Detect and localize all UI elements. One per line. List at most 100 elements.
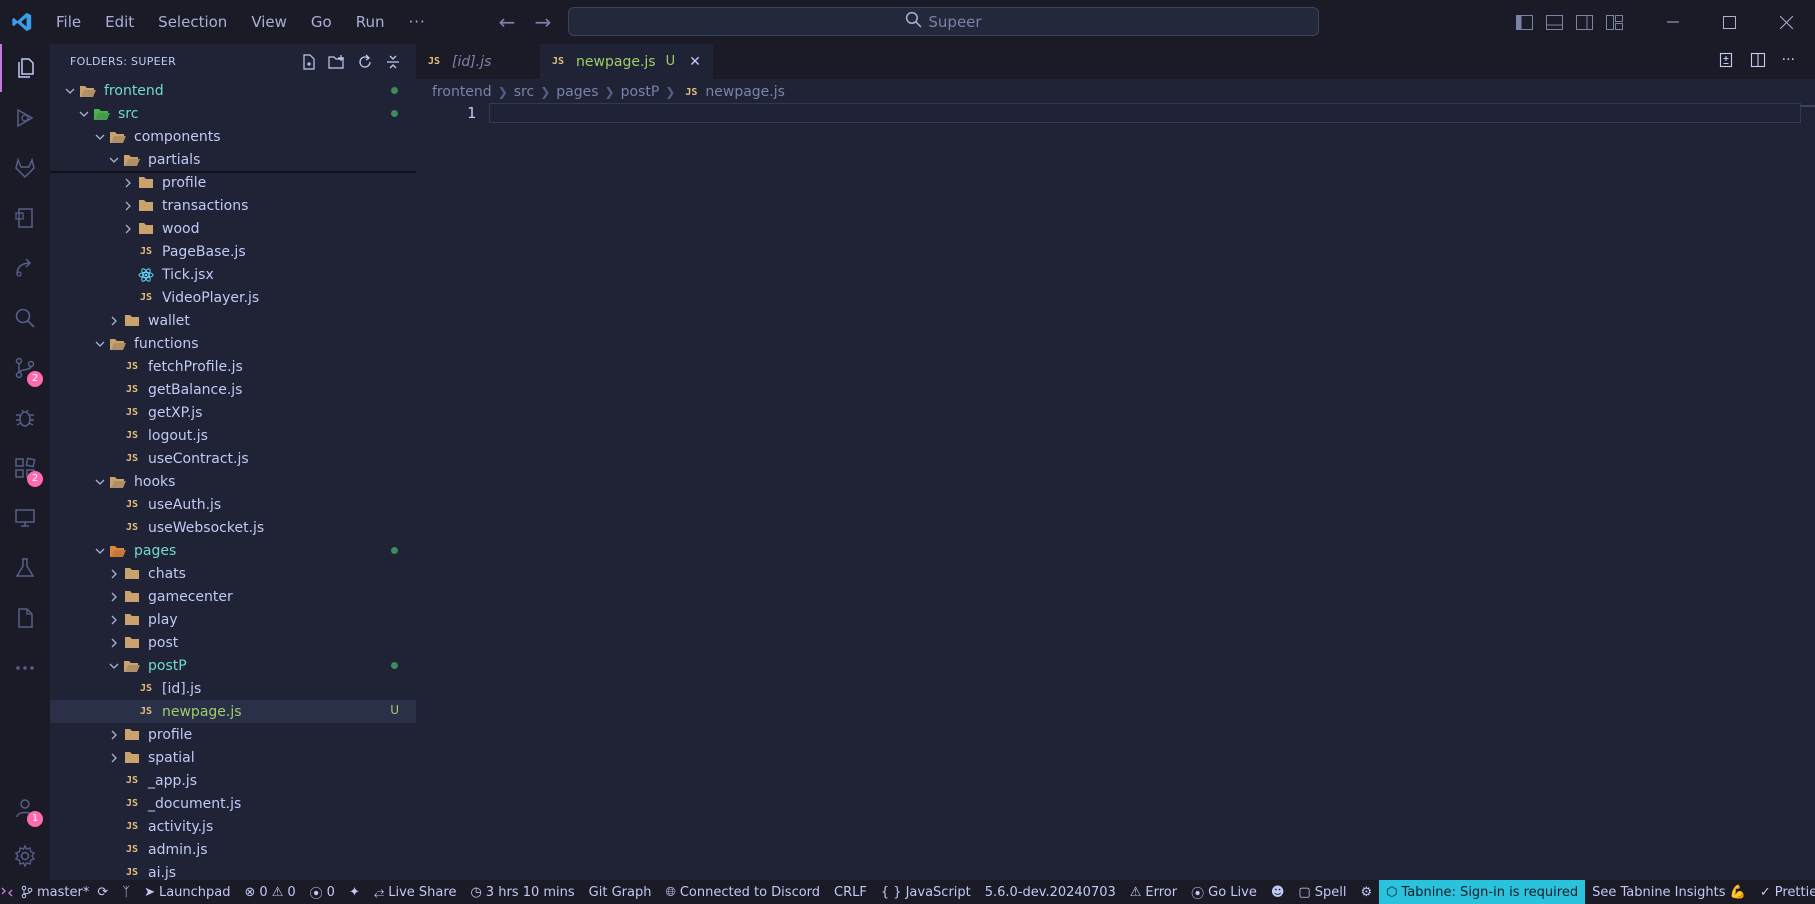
search-sidebar-icon[interactable] xyxy=(0,294,50,342)
discord-status[interactable]: 🌐︎ Connected to Discord xyxy=(658,880,827,904)
tabnine-status[interactable]: ⬡ Tabnine: Sign-in is required xyxy=(1379,880,1586,904)
folder-item[interactable]: postP xyxy=(50,654,416,677)
folder-item[interactable]: post xyxy=(50,631,416,654)
breadcrumb-item[interactable]: postP xyxy=(621,84,660,100)
folder-item[interactable]: chats xyxy=(50,562,416,585)
tabnine-insights-status[interactable]: See Tabnine Insights 💪 xyxy=(1585,880,1753,904)
breadcrumb-item[interactable]: newpage.js xyxy=(705,84,785,100)
language-status[interactable]: { } JavaScript xyxy=(874,880,978,904)
menu-more-button[interactable]: ··· xyxy=(397,13,438,31)
live-share-status[interactable]: ⥄ Live Share xyxy=(367,880,464,904)
prettier-status[interactable]: ✓ Prettier xyxy=(1753,880,1815,904)
toggle-primary-sidebar-icon[interactable] xyxy=(1515,13,1533,31)
file-item[interactable]: JS VideoPlayer.js xyxy=(50,286,416,309)
command-center-search[interactable]: Supeer xyxy=(568,7,1319,36)
menu-file[interactable]: File xyxy=(44,0,93,44)
ts-version-status[interactable]: 5.6.0-dev.20240703 xyxy=(978,880,1123,904)
folder-item[interactable]: components xyxy=(50,125,416,148)
tab-newpage-js[interactable]: JS newpage.js U ✕ xyxy=(540,44,714,79)
manage-gear-icon[interactable] xyxy=(0,832,50,880)
folder-item[interactable]: transactions xyxy=(50,194,416,217)
menu-edit[interactable]: Edit xyxy=(93,0,146,44)
folder-item[interactable]: play xyxy=(50,608,416,631)
folder-item[interactable]: pages xyxy=(50,539,416,562)
folder-item[interactable]: profile xyxy=(50,723,416,746)
folder-item[interactable]: partials xyxy=(50,148,416,171)
file-item[interactable]: JS useWebsocket.js xyxy=(50,516,416,539)
debug-bug-icon[interactable] xyxy=(0,394,50,442)
forward-arrow-icon[interactable]: → xyxy=(532,10,554,34)
tab-id-js[interactable]: JS [id].js xyxy=(416,44,540,79)
git-extension-status[interactable]: ᛉ xyxy=(115,880,137,904)
ports-status[interactable]: ⦿ 0 xyxy=(303,880,342,904)
file-item[interactable]: JS fetchProfile.js xyxy=(50,355,416,378)
back-arrow-icon[interactable]: ← xyxy=(496,10,518,34)
time-tracker-status[interactable]: ◷ 3 hrs 10 mins xyxy=(463,880,581,904)
folder-item[interactable]: functions xyxy=(50,332,416,355)
file-item[interactable]: JS activity.js xyxy=(50,815,416,838)
sync-icon[interactable]: ⟳ xyxy=(97,885,108,900)
testing-flask-icon[interactable] xyxy=(0,544,50,592)
tool-status[interactable]: ✦ xyxy=(342,880,367,904)
file-item[interactable]: JS admin.js xyxy=(50,838,416,861)
more-actions-icon[interactable]: ··· xyxy=(1782,52,1795,72)
file-item[interactable]: JS getBalance.js xyxy=(50,378,416,401)
folder-item[interactable]: hooks xyxy=(50,470,416,493)
file-item[interactable]: JS PageBase.js xyxy=(50,240,416,263)
new-file-icon[interactable] xyxy=(300,53,318,71)
eol-status[interactable]: CRLF xyxy=(827,880,874,904)
minimize-icon[interactable] xyxy=(1644,0,1701,44)
folder-item[interactable]: frontend xyxy=(50,79,416,102)
toggle-panel-icon[interactable] xyxy=(1545,13,1563,31)
file-item[interactable]: JS ai.js xyxy=(50,861,416,881)
collapse-all-icon[interactable] xyxy=(384,53,402,71)
file-icon[interactable] xyxy=(0,594,50,642)
folder-item[interactable]: spatial xyxy=(50,746,416,769)
menu-view[interactable]: View xyxy=(239,0,299,44)
open-changes-icon[interactable] xyxy=(1718,52,1734,72)
file-item[interactable]: JS _app.js xyxy=(50,769,416,792)
explorer-icon[interactable] xyxy=(0,44,50,92)
folder-item[interactable]: src xyxy=(50,102,416,125)
close-window-icon[interactable] xyxy=(1758,0,1815,44)
file-item[interactable]: JS useAuth.js xyxy=(50,493,416,516)
settings-sync-status[interactable]: ⚙ xyxy=(1353,880,1379,904)
folder-item[interactable]: wallet xyxy=(50,309,416,332)
menu-selection[interactable]: Selection xyxy=(146,0,239,44)
folder-item[interactable]: wood xyxy=(50,217,416,240)
menu-run[interactable]: Run xyxy=(344,0,397,44)
remote-share-icon[interactable] xyxy=(0,244,50,292)
run-debug-icon[interactable] xyxy=(0,94,50,142)
go-live-status[interactable]: ⦿ Go Live xyxy=(1184,880,1264,904)
toggle-secondary-sidebar-icon[interactable] xyxy=(1575,13,1593,31)
source-control-icon[interactable]: 2 xyxy=(0,344,50,392)
file-item[interactable]: JS getXP.js xyxy=(50,401,416,424)
breadcrumb-item[interactable]: pages xyxy=(556,84,598,100)
new-folder-icon[interactable] xyxy=(328,53,346,71)
problems-status[interactable]: ⊗ 0 ⚠ 0 xyxy=(238,880,303,904)
breadcrumb-item[interactable]: src xyxy=(514,84,534,100)
accounts-icon[interactable]: 1 xyxy=(0,784,50,832)
document-code-icon[interactable] xyxy=(0,194,50,242)
branch-status[interactable]: master* ⟳ xyxy=(14,880,115,904)
file-item[interactable]: JS logout.js xyxy=(50,424,416,447)
refresh-icon[interactable] xyxy=(356,53,374,71)
error-lens-status[interactable]: ⚠ Error xyxy=(1123,880,1184,904)
split-editor-icon[interactable] xyxy=(1750,52,1766,72)
close-icon[interactable]: ✕ xyxy=(689,54,701,70)
maximize-icon[interactable] xyxy=(1701,0,1758,44)
code-editor[interactable]: 1 xyxy=(416,103,1815,880)
git-graph-status[interactable]: Git Graph xyxy=(582,880,659,904)
folder-item[interactable]: profile xyxy=(50,171,416,194)
extensions-icon[interactable]: 2 xyxy=(0,444,50,492)
file-item[interactable]: JS _document.js xyxy=(50,792,416,815)
breadcrumb-item[interactable]: frontend xyxy=(432,84,492,100)
folder-item[interactable]: gamecenter xyxy=(50,585,416,608)
copilot-status[interactable]: ☻ xyxy=(1264,880,1292,904)
file-item[interactable]: Tick.jsx xyxy=(50,263,416,286)
launchpad-status[interactable]: ➤ Launchpad xyxy=(137,880,237,904)
customize-layout-icon[interactable] xyxy=(1605,13,1623,31)
file-item[interactable]: JS [id].js xyxy=(50,677,416,700)
menu-go[interactable]: Go xyxy=(299,0,344,44)
file-item[interactable]: JS useContract.js xyxy=(50,447,416,470)
